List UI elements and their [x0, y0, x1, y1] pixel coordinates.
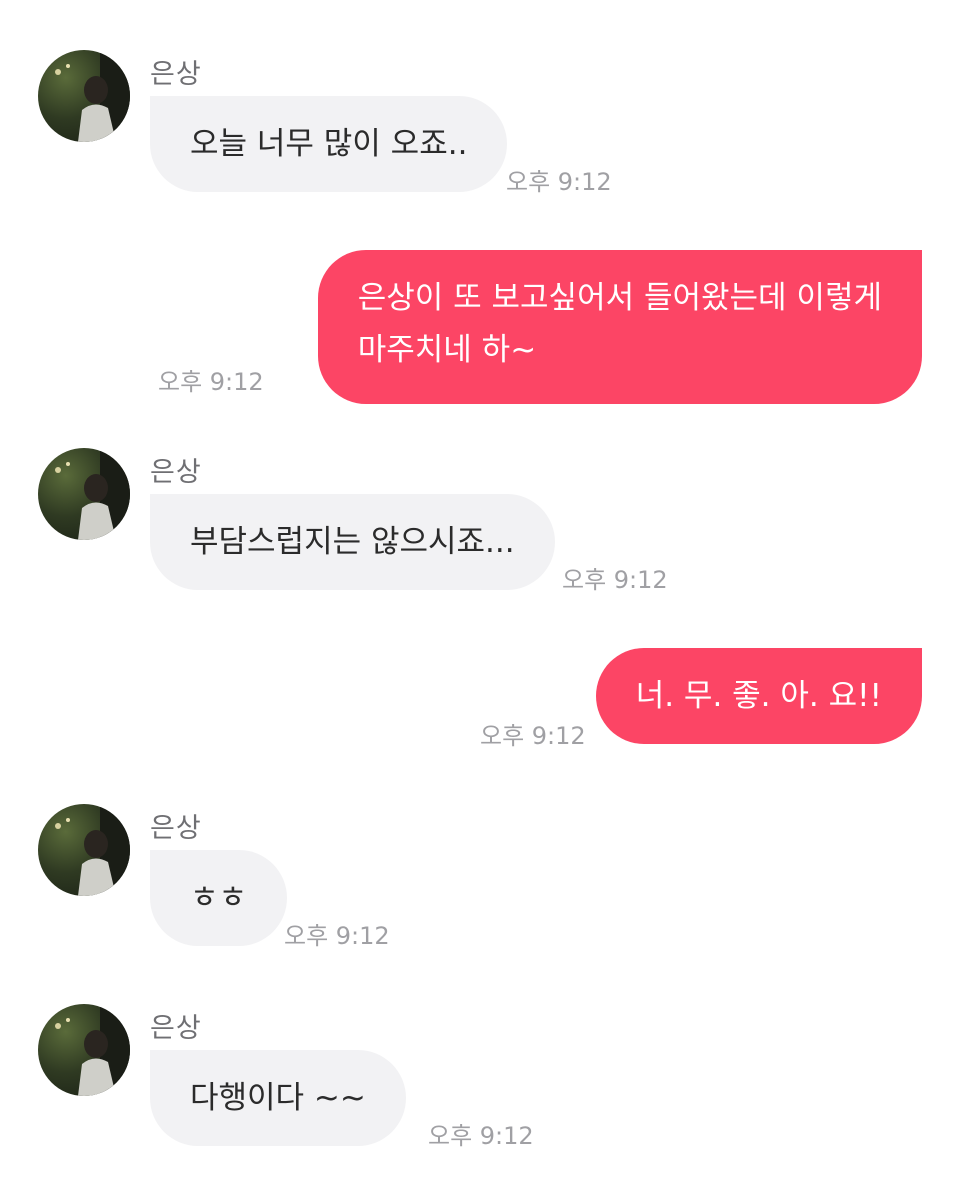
sender-avatar[interactable] [38, 50, 130, 142]
message-text: 오늘 너무 많이 오죠.. [190, 126, 468, 162]
avatar-photo-icon [55, 50, 130, 142]
message-timestamp: 오후 9:12 [284, 922, 390, 950]
message-timestamp: 오후 9:12 [562, 566, 668, 594]
avatar-photo-icon [55, 1004, 130, 1096]
message-text: ㅎㅎ [190, 880, 248, 916]
message-timestamp: 오후 9:12 [480, 722, 586, 750]
message-text: 다행이다 ~~ [190, 1080, 366, 1116]
message-text: 너. 무. 좋. 아. 요!! [635, 678, 882, 714]
sender-avatar[interactable] [38, 448, 130, 540]
sender-name: 은상 [150, 813, 202, 844]
outgoing-message-bubble[interactable]: 은상이 또 보고싶어서 들어왔는데 이렇게 마주치네 하~ [317, 250, 922, 404]
avatar-photo-icon [55, 804, 130, 896]
sender-avatar[interactable] [38, 804, 130, 896]
sender-name: 은상 [150, 457, 202, 488]
message-text-line: 은상이 또 보고싶어서 들어왔는데 이렇게 [357, 280, 882, 316]
incoming-message-bubble[interactable]: 오늘 너무 많이 오죠.. [150, 96, 508, 192]
incoming-message-bubble[interactable]: 다행이다 ~~ [150, 1050, 406, 1146]
avatar-photo-icon [55, 448, 130, 540]
sender-avatar[interactable] [38, 1004, 130, 1096]
sender-name: 은상 [150, 1013, 202, 1044]
incoming-message-bubble[interactable]: 부담스럽지는 않으시죠... [150, 494, 555, 590]
message-timestamp: 오후 9:12 [428, 1122, 534, 1150]
message-text-line: 마주치네 하~ [357, 332, 537, 368]
incoming-message-bubble[interactable]: ㅎㅎ [150, 850, 288, 946]
sender-name: 은상 [150, 59, 202, 90]
message-text: 부담스럽지는 않으시죠... [190, 524, 515, 560]
message-timestamp: 오후 9:12 [158, 368, 264, 396]
message-timestamp: 오후 9:12 [506, 168, 612, 196]
outgoing-message-bubble[interactable]: 너. 무. 좋. 아. 요!! [595, 648, 922, 744]
